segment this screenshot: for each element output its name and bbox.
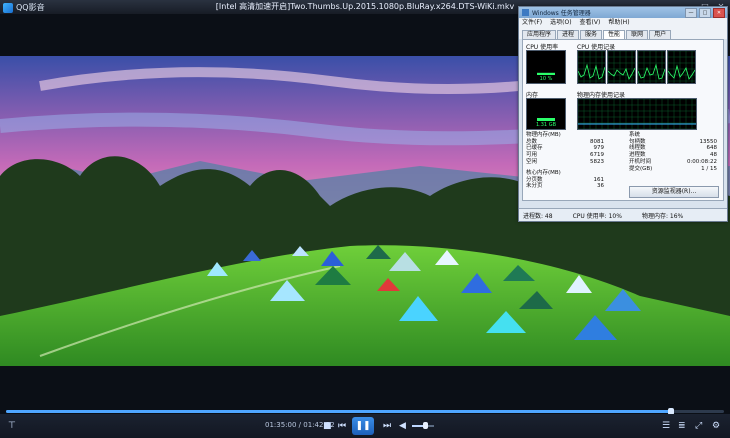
- playlist-icon[interactable]: ≣: [678, 420, 686, 432]
- task-manager-window: Windows 任务管理器 — □ ✕ 文件(F) 选项(O) 查看(V) 帮助…: [518, 6, 728, 222]
- menu-options[interactable]: 选项(O): [550, 18, 571, 27]
- tm-tabs: 应用程序 进程 服务 性能 联网 用户: [519, 27, 727, 39]
- stat-value: 13550: [699, 138, 718, 145]
- kernel-memory-stats: 核心内存(MB) 分页数 161 未分页 36: [526, 170, 604, 190]
- status-cpu: CPU 使用率: 10%: [572, 212, 622, 220]
- fullscreen-icon[interactable]: ⤢: [695, 420, 702, 432]
- stat-value: 979: [593, 145, 605, 152]
- physical-memory-heading: 物理内存(MB): [526, 132, 561, 138]
- task-manager-window-controls: — □ ✕: [685, 8, 725, 18]
- equalizer-icon[interactable]: ☰: [662, 420, 670, 432]
- tm-maximize-button[interactable]: □: [699, 8, 711, 18]
- tm-close-button[interactable]: ✕: [713, 8, 725, 18]
- system-heading: 系统: [629, 132, 641, 138]
- tm-status-bar: 进程数: 48 CPU 使用率: 10% 物理内存: 16%: [519, 208, 727, 221]
- resource-monitor-button[interactable]: 资源监视器(R)...: [629, 186, 719, 198]
- stat-label: 空闲: [526, 158, 538, 165]
- pin-icon[interactable]: ⊤: [8, 420, 16, 432]
- memory-value: 1.31 GB: [535, 122, 557, 128]
- tab-applications[interactable]: 应用程序: [522, 30, 557, 39]
- kernel-memory-heading: 核心内存(MB): [526, 170, 561, 176]
- task-manager-title: Windows 任务管理器: [532, 10, 591, 17]
- stat-value: 0:00:08:22: [686, 158, 717, 165]
- next-icon[interactable]: ⏭: [383, 420, 391, 432]
- control-bar: ⊤ 01:35:00 / 01:42:32 ■ ⏮ ❚❚ ⏭ ◀ ☰ ≣ ⤢ ⚙: [0, 414, 730, 438]
- stat-label: 开机时间: [629, 158, 652, 165]
- task-manager-icon: [522, 9, 529, 16]
- seek-progress: [6, 410, 671, 413]
- tab-performance[interactable]: 性能: [603, 30, 626, 39]
- menu-file[interactable]: 文件(F): [522, 18, 542, 27]
- status-processes: 进程数: 48: [523, 212, 553, 220]
- seek-bar[interactable]: [6, 408, 724, 415]
- stat-value: 48: [710, 152, 717, 159]
- stat-label: 可用: [526, 152, 538, 159]
- cpu-usage-gauge: 10 %: [526, 50, 566, 84]
- stat-value: 6719: [590, 152, 604, 159]
- cpu-history-graph-2: [607, 50, 636, 84]
- tm-menu-bar: 文件(F) 选项(O) 查看(V) 帮助(H): [519, 18, 727, 27]
- play-pause-icon[interactable]: ❚❚: [352, 417, 374, 435]
- stat-label: 提交(GB): [629, 165, 653, 172]
- stat-value: 648: [706, 145, 718, 152]
- menu-help[interactable]: 帮助(H): [608, 18, 629, 27]
- stat-value: 8081: [590, 138, 604, 145]
- volume-slider[interactable]: [412, 422, 434, 429]
- cpu-history-graph-4: [667, 50, 696, 84]
- stat-value: 5823: [590, 158, 604, 165]
- tab-processes[interactable]: 进程: [557, 30, 580, 39]
- system-stats: 系统 句柄数 13550 线程数 648 进程数 48 开机时间 0:00:08:22 …: [629, 132, 717, 172]
- status-memory: 物理内存: 16%: [641, 212, 684, 220]
- tm-minimize-button[interactable]: —: [685, 8, 697, 18]
- cpu-history-graph-1: [577, 50, 606, 84]
- stat-value: 1 / 15: [701, 165, 717, 172]
- tab-services[interactable]: 服务: [580, 30, 603, 39]
- prev-icon[interactable]: ⏮: [338, 420, 346, 432]
- tab-networking[interactable]: 联网: [626, 30, 649, 39]
- volume-icon[interactable]: ◀: [399, 420, 406, 432]
- volume-handle[interactable]: [423, 422, 429, 429]
- stat-label: 未分页: [526, 183, 543, 190]
- memory-gauge: 1.31 GB: [526, 98, 566, 130]
- menu-view[interactable]: 查看(V): [580, 18, 601, 27]
- stat-value: 36: [597, 183, 604, 190]
- stat-label: 进程数: [629, 152, 646, 159]
- cpu-history-graph-3: [637, 50, 666, 84]
- tab-users[interactable]: 用户: [649, 30, 672, 39]
- stop-icon[interactable]: ■: [323, 420, 332, 432]
- physical-memory-stats: 物理内存(MB) 总数 8081 已缓存 979 可用 6719 空闲 5823: [526, 132, 604, 166]
- settings-icon[interactable]: ⚙: [712, 420, 720, 432]
- stat-value: 161: [593, 176, 605, 183]
- performance-panel: CPU 使用率 10 % CPU 使用记录 内存 1.31 GB 物理内存使用记…: [522, 39, 724, 201]
- cpu-usage-value: 10 %: [539, 76, 553, 82]
- memory-history-graph: [577, 98, 697, 130]
